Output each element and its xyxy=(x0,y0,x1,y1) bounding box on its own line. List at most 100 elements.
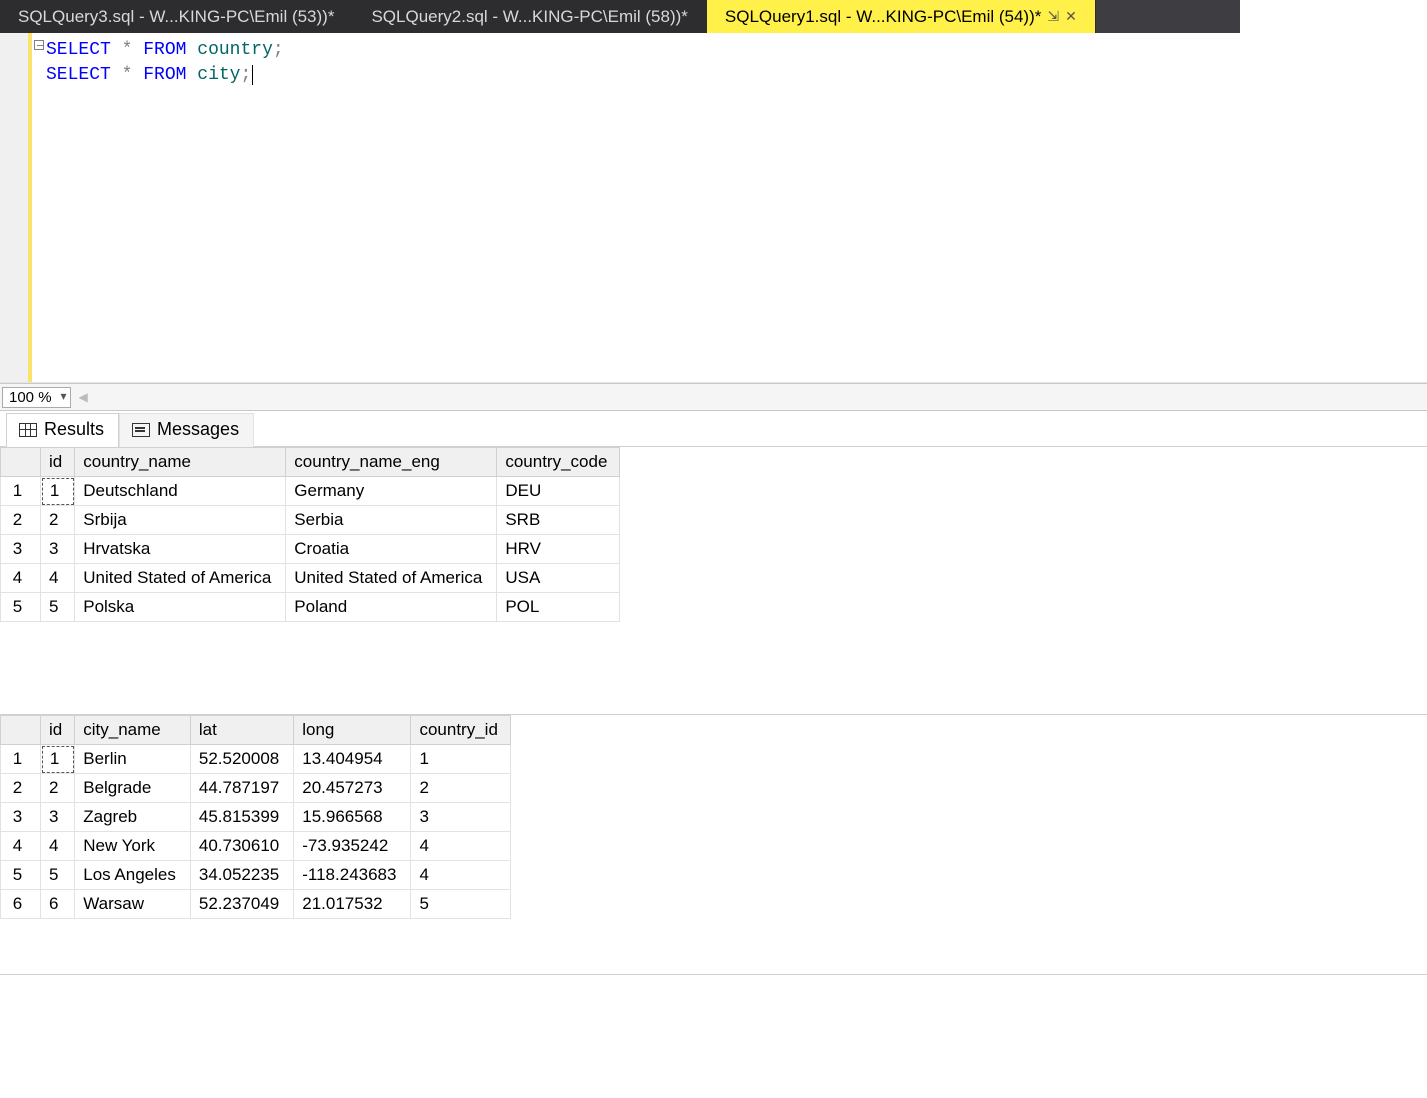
result-table[interactable]: idcountry_namecountry_name_engcountry_co… xyxy=(0,447,620,622)
column-header[interactable]: long xyxy=(294,716,411,745)
cell[interactable]: 2 xyxy=(41,506,75,535)
document-tab[interactable]: SQLQuery1.sql - W...KING-PC\Emil (54))* … xyxy=(707,0,1096,33)
table-row[interactable]: 11Berlin52.52000813.4049541 xyxy=(1,745,511,774)
cell[interactable]: 40.730610 xyxy=(190,832,293,861)
table-row[interactable]: 33HrvatskaCroatiaHRV xyxy=(1,535,620,564)
cell[interactable]: 4 xyxy=(41,564,75,593)
tab-label: SQLQuery1.sql - W...KING-PC\Emil (54))* xyxy=(725,7,1041,27)
cell[interactable]: 34.052235 xyxy=(190,861,293,890)
table-row[interactable]: 66Warsaw52.23704921.0175325 xyxy=(1,890,511,919)
cell[interactable]: SRB xyxy=(497,506,620,535)
cell[interactable]: 6 xyxy=(41,890,75,919)
cell[interactable]: 44.787197 xyxy=(190,774,293,803)
zoom-combo[interactable]: 100 % xyxy=(2,387,71,408)
tab-messages[interactable]: Messages xyxy=(119,413,254,447)
collapse-icon[interactable] xyxy=(34,40,44,50)
column-header[interactable]: country_code xyxy=(497,448,620,477)
column-header[interactable]: id xyxy=(41,448,75,477)
cell[interactable]: 2 xyxy=(41,774,75,803)
cell[interactable]: 20.457273 xyxy=(294,774,411,803)
tab-results-label: Results xyxy=(44,419,104,440)
result-table[interactable]: idcity_namelatlongcountry_id11Berlin52.5… xyxy=(0,715,511,919)
row-header[interactable]: 4 xyxy=(1,564,41,593)
cell[interactable]: 3 xyxy=(41,535,75,564)
cell[interactable]: 1 xyxy=(41,477,75,506)
cell[interactable]: 13.404954 xyxy=(294,745,411,774)
row-header[interactable]: 1 xyxy=(1,745,41,774)
scroll-left-icon[interactable]: ◀ xyxy=(77,390,90,404)
cell[interactable]: -73.935242 xyxy=(294,832,411,861)
column-header[interactable]: lat xyxy=(190,716,293,745)
cell[interactable]: 2 xyxy=(411,774,510,803)
cell[interactable]: United Stated of America xyxy=(75,564,286,593)
cell[interactable]: Berlin xyxy=(75,745,191,774)
document-tab-strip: SQLQuery3.sql - W...KING-PC\Emil (53))* … xyxy=(0,0,1240,33)
column-header[interactable]: country_name_eng xyxy=(286,448,497,477)
column-header[interactable]: country_name xyxy=(75,448,286,477)
cell[interactable]: Serbia xyxy=(286,506,497,535)
cell[interactable]: 1 xyxy=(41,745,75,774)
row-header[interactable]: 2 xyxy=(1,506,41,535)
tab-results[interactable]: Results xyxy=(6,413,119,447)
cell[interactable]: 4 xyxy=(41,832,75,861)
close-icon[interactable]: ✕ xyxy=(1065,8,1077,25)
cell[interactable]: 5 xyxy=(41,593,75,622)
results-tab-strip: Results Messages xyxy=(0,411,1427,447)
column-header[interactable]: city_name xyxy=(75,716,191,745)
cell[interactable]: Warsaw xyxy=(75,890,191,919)
cell[interactable]: Germany xyxy=(286,477,497,506)
cell[interactable]: 3 xyxy=(411,803,510,832)
row-header[interactable]: 4 xyxy=(1,832,41,861)
table-row[interactable]: 33Zagreb45.81539915.9665683 xyxy=(1,803,511,832)
table-row[interactable]: 22Belgrade44.78719720.4572732 xyxy=(1,774,511,803)
cell[interactable]: Los Angeles xyxy=(75,861,191,890)
cell[interactable]: USA xyxy=(497,564,620,593)
cell[interactable]: 3 xyxy=(41,803,75,832)
row-header[interactable]: 3 xyxy=(1,803,41,832)
cell[interactable]: Polska xyxy=(75,593,286,622)
row-header[interactable]: 1 xyxy=(1,477,41,506)
row-header[interactable]: 5 xyxy=(1,593,41,622)
cell[interactable]: 5 xyxy=(41,861,75,890)
cell[interactable]: -118.243683 xyxy=(294,861,411,890)
table-row[interactable]: 11DeutschlandGermanyDEU xyxy=(1,477,620,506)
tab-label: SQLQuery3.sql - W...KING-PC\Emil (53))* xyxy=(18,7,334,27)
table-row[interactable]: 55PolskaPolandPOL xyxy=(1,593,620,622)
cell[interactable]: Croatia xyxy=(286,535,497,564)
cell[interactable]: 52.237049 xyxy=(190,890,293,919)
cell[interactable]: Zagreb xyxy=(75,803,191,832)
table-row[interactable]: 55Los Angeles34.052235-118.2436834 xyxy=(1,861,511,890)
cell[interactable]: POL xyxy=(497,593,620,622)
cell[interactable]: New York xyxy=(75,832,191,861)
row-header[interactable]: 5 xyxy=(1,861,41,890)
cell[interactable]: 1 xyxy=(411,745,510,774)
cell[interactable]: Deutschland xyxy=(75,477,286,506)
column-header[interactable]: country_id xyxy=(411,716,510,745)
cell[interactable]: Belgrade xyxy=(75,774,191,803)
row-header[interactable]: 3 xyxy=(1,535,41,564)
pin-icon[interactable]: ⇲ xyxy=(1047,8,1059,25)
cell[interactable]: Hrvatska xyxy=(75,535,286,564)
cell[interactable]: DEU xyxy=(497,477,620,506)
cell[interactable]: 15.966568 xyxy=(294,803,411,832)
cell[interactable]: 5 xyxy=(411,890,510,919)
code-area[interactable]: SELECT * FROM country; SELECT * FROM cit… xyxy=(46,33,1427,382)
fold-margin xyxy=(32,33,46,382)
table-row[interactable]: 44New York40.730610-73.9352424 xyxy=(1,832,511,861)
cell[interactable]: 52.520008 xyxy=(190,745,293,774)
cell[interactable]: Poland xyxy=(286,593,497,622)
table-row[interactable]: 44United Stated of AmericaUnited Stated … xyxy=(1,564,620,593)
cell[interactable]: 21.017532 xyxy=(294,890,411,919)
table-row[interactable]: 22SrbijaSerbiaSRB xyxy=(1,506,620,535)
cell[interactable]: HRV xyxy=(497,535,620,564)
cell[interactable]: 4 xyxy=(411,832,510,861)
document-tab[interactable]: SQLQuery2.sql - W...KING-PC\Emil (58))* xyxy=(353,0,706,33)
cell[interactable]: United Stated of America xyxy=(286,564,497,593)
row-header[interactable]: 6 xyxy=(1,890,41,919)
cell[interactable]: Srbija xyxy=(75,506,286,535)
column-header[interactable]: id xyxy=(41,716,75,745)
document-tab[interactable]: SQLQuery3.sql - W...KING-PC\Emil (53))* xyxy=(0,0,353,33)
cell[interactable]: 4 xyxy=(411,861,510,890)
cell[interactable]: 45.815399 xyxy=(190,803,293,832)
row-header[interactable]: 2 xyxy=(1,774,41,803)
